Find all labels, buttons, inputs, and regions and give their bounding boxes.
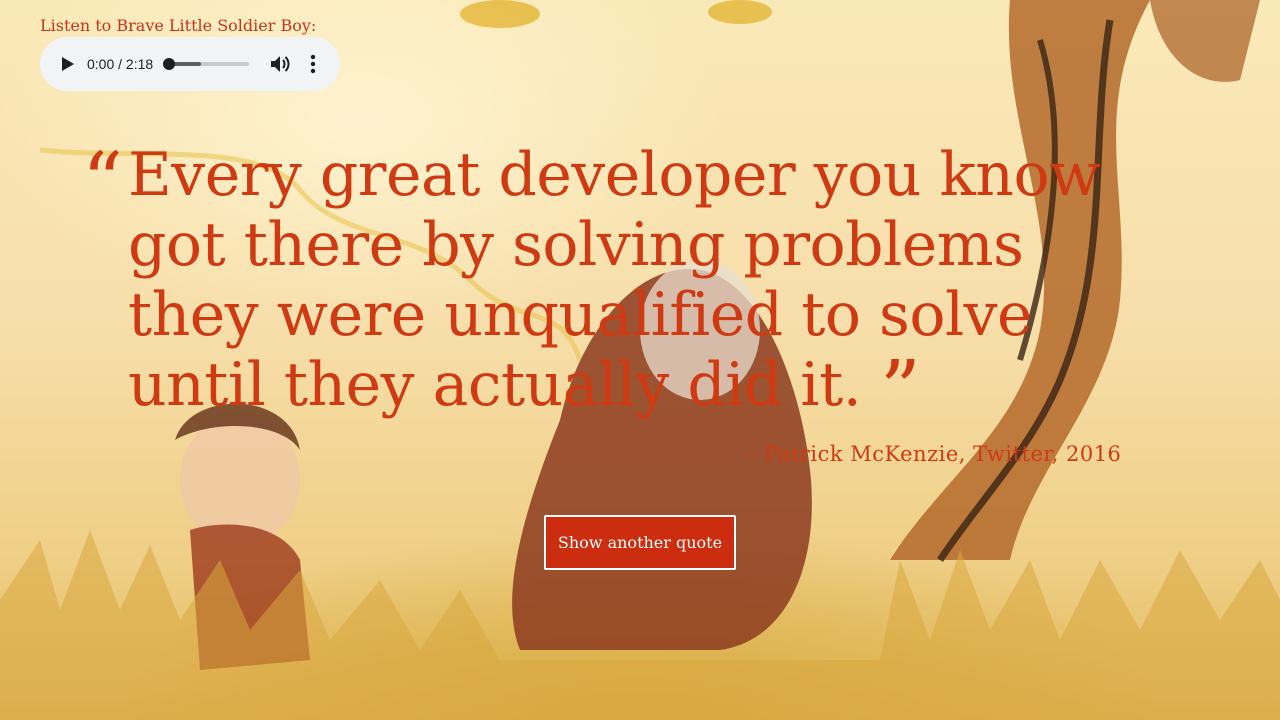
seek-slider[interactable] [163, 58, 250, 70]
play-icon [62, 57, 74, 71]
more-vertical-icon [310, 54, 316, 74]
audio-player[interactable]: 0:00 / 2:18 [40, 37, 340, 91]
close-quote-mark: ” [879, 343, 921, 436]
volume-icon [271, 56, 290, 72]
time-display: 0:00 / 2:18 [87, 56, 154, 72]
seek-thumb[interactable] [163, 58, 176, 70]
quote-body: Every great developer you know got there… [128, 140, 1100, 420]
volume-button[interactable] [269, 52, 293, 76]
play-button[interactable] [58, 54, 78, 74]
open-quote-mark: “ [82, 135, 123, 228]
audio-label: Listen to Brave Little Soldier Boy: [40, 16, 317, 35]
quote-block: “ Every great developer you know got the… [82, 135, 1182, 430]
quote-text: Every great developer you know got there… [128, 140, 1168, 430]
quote-attribution: – Patrick McKenzie, Twitter, 2016 [746, 442, 1122, 466]
show-another-quote-button[interactable]: Show another quote [544, 515, 736, 570]
more-options-button[interactable] [301, 52, 325, 76]
